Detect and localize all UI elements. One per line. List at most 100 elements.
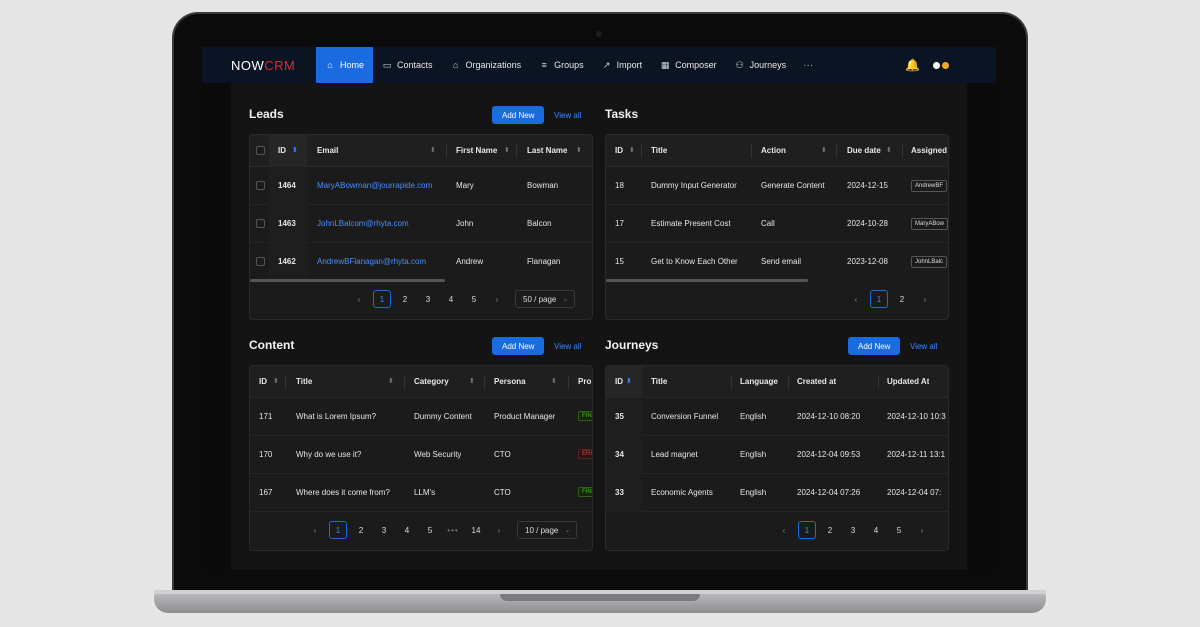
col-email[interactable]: Email (317, 146, 338, 155)
table-row[interactable]: 35 Conversion Funnel English 2024-12-10 … (606, 398, 948, 436)
content-view-all-link[interactable]: View all (554, 342, 581, 351)
nav-item-organizations[interactable]: ⌂ Organizations (442, 47, 531, 83)
sort-icon[interactable]: ⬍ (626, 377, 632, 385)
col-id[interactable]: ID (615, 377, 623, 386)
theme-toggle[interactable] (933, 62, 949, 69)
sort-icon[interactable]: ⬍ (629, 146, 635, 154)
sort-icon[interactable]: ⬍ (886, 146, 892, 154)
sort-icon[interactable]: ⬍ (469, 377, 475, 385)
prev-page-icon[interactable]: ‹ (847, 290, 865, 308)
col-first-name[interactable]: First Name (456, 146, 497, 155)
table-row[interactable]: 171 What is Lorem Ipsum? Dummy Content P… (250, 398, 592, 436)
row-checkbox[interactable] (256, 181, 265, 190)
page-button[interactable]: 5 (421, 521, 439, 539)
col-id[interactable]: ID (278, 146, 286, 155)
page-button[interactable]: 2 (821, 521, 839, 539)
page-button[interactable]: 2 (352, 521, 370, 539)
table-row[interactable]: 1464 MaryABowman@jourrapide.com Mary Bow… (250, 167, 592, 205)
page-size-select[interactable]: 50 / page ⌄ (515, 290, 576, 308)
journeys-add-button[interactable]: Add New (848, 337, 901, 355)
sort-icon[interactable]: ⬍ (576, 146, 582, 154)
sort-icon[interactable]: ⬍ (388, 377, 394, 385)
table-row[interactable]: 1462 AndrewBFlanagan@rhyta.com Andrew Fl… (250, 243, 592, 281)
col-action[interactable]: Action (761, 146, 786, 155)
horizontal-scrollbar[interactable] (606, 279, 808, 282)
sort-icon[interactable]: ⬍ (292, 146, 298, 154)
page-button[interactable]: 5 (890, 521, 908, 539)
bell-icon[interactable]: 🔔 (905, 58, 920, 72)
next-page-icon[interactable]: › (488, 290, 506, 308)
nav-item-composer[interactable]: ▦ Composer (651, 47, 726, 83)
page-button[interactable]: 3 (844, 521, 862, 539)
page-button[interactable]: 1 (329, 521, 347, 539)
next-page-icon[interactable]: › (916, 290, 934, 308)
page-ellipsis[interactable]: ••• (444, 521, 462, 539)
page-button[interactable]: 1 (798, 521, 816, 539)
page-button[interactable]: 3 (375, 521, 393, 539)
nav-item-contacts[interactable]: ▭ Contacts (373, 47, 442, 83)
col-last-name[interactable]: Last Name (527, 146, 567, 155)
col-id[interactable]: ID (259, 377, 267, 386)
nav-item-groups[interactable]: ≡ Groups (530, 47, 593, 83)
nav-more-button[interactable]: ··· (795, 60, 821, 71)
table-row[interactable]: 34 Lead magnet English 2024-12-04 09:53 … (606, 436, 948, 474)
leads-add-button[interactable]: Add New (492, 106, 545, 124)
col-persona[interactable]: Persona (494, 377, 526, 386)
sort-icon[interactable]: ⬍ (430, 146, 436, 154)
lead-email[interactable]: MaryABowman@jourrapide.com (317, 181, 432, 190)
table-row[interactable]: 1463 JohnLBalcom@rhyta.com John Balcon (250, 205, 592, 243)
page-size-select[interactable]: 10 / page ⌄ (517, 521, 578, 539)
leads-view-all-link[interactable]: View all (554, 111, 581, 120)
next-page-icon[interactable]: › (490, 521, 508, 539)
page-button[interactable]: 1 (373, 290, 391, 308)
prev-page-icon[interactable]: ‹ (775, 521, 793, 539)
table-row[interactable]: 15 Get to Know Each Other Send email 202… (606, 243, 948, 281)
col-progress[interactable]: Pro (578, 377, 591, 386)
sort-icon[interactable]: ⬍ (551, 377, 557, 385)
lead-email[interactable]: JohnLBalcom@rhyta.com (317, 219, 409, 228)
table-row[interactable]: 167 Where does it come from? LLM's CTO F… (250, 474, 592, 512)
nav-item-home[interactable]: ⌂ Home (316, 47, 374, 83)
table-row[interactable]: 170 Why do we use it? Web Security CTO E… (250, 436, 592, 474)
table-row[interactable]: 33 Economic Agents English 2024-12-04 07… (606, 474, 948, 512)
page-button[interactable]: 2 (893, 290, 911, 308)
prev-page-icon[interactable]: ‹ (350, 290, 368, 308)
page-button[interactable]: 4 (442, 290, 460, 308)
journeys-view-all-link[interactable]: View all (910, 342, 937, 351)
table-row[interactable]: 17 Estimate Present Cost Call 2024-10-28… (606, 205, 948, 243)
content-add-button[interactable]: Add New (492, 337, 545, 355)
col-category[interactable]: Category (414, 377, 449, 386)
row-checkbox[interactable] (256, 219, 265, 228)
page-button[interactable]: 3 (419, 290, 437, 308)
page-button[interactable]: 4 (398, 521, 416, 539)
assignee-chip[interactable]: AndrewBF (911, 180, 948, 192)
lead-email[interactable]: AndrewBFlanagan@rhyta.com (317, 257, 426, 266)
sort-icon[interactable]: ⬍ (504, 146, 510, 154)
col-title[interactable]: Title (296, 377, 312, 386)
logo[interactable]: NOWCRM (231, 58, 316, 73)
page-button[interactable]: 14 (467, 521, 485, 539)
assignee-chip[interactable]: MaryABow (911, 218, 948, 230)
sort-icon[interactable]: ⬍ (273, 377, 279, 385)
page-button[interactable]: 2 (396, 290, 414, 308)
sort-icon[interactable]: ⬍ (821, 146, 827, 154)
nav-item-journeys[interactable]: ⚇ Journeys (726, 47, 796, 83)
table-row[interactable]: 18 Dummy Input Generator Generate Conten… (606, 167, 948, 205)
horizontal-scrollbar[interactable] (250, 279, 445, 282)
nav-item-import[interactable]: ↗ Import (593, 47, 652, 83)
page-button[interactable]: 5 (465, 290, 483, 308)
assignee-chip[interactable]: JohnLBalc (911, 256, 948, 268)
row-checkbox[interactable] (256, 257, 265, 266)
col-updated-at[interactable]: Updated At (887, 377, 929, 386)
page-button[interactable]: 1 (870, 290, 888, 308)
col-id[interactable]: ID (615, 146, 623, 155)
col-created-at[interactable]: Created at (797, 377, 836, 386)
col-title[interactable]: Title (651, 146, 667, 155)
prev-page-icon[interactable]: ‹ (306, 521, 324, 539)
col-assigned[interactable]: Assigned (911, 146, 947, 155)
col-due-date[interactable]: Due date (847, 146, 881, 155)
select-all-checkbox[interactable] (256, 146, 265, 155)
page-button[interactable]: 4 (867, 521, 885, 539)
col-title[interactable]: Title (651, 377, 667, 386)
col-language[interactable]: Language (740, 377, 778, 386)
